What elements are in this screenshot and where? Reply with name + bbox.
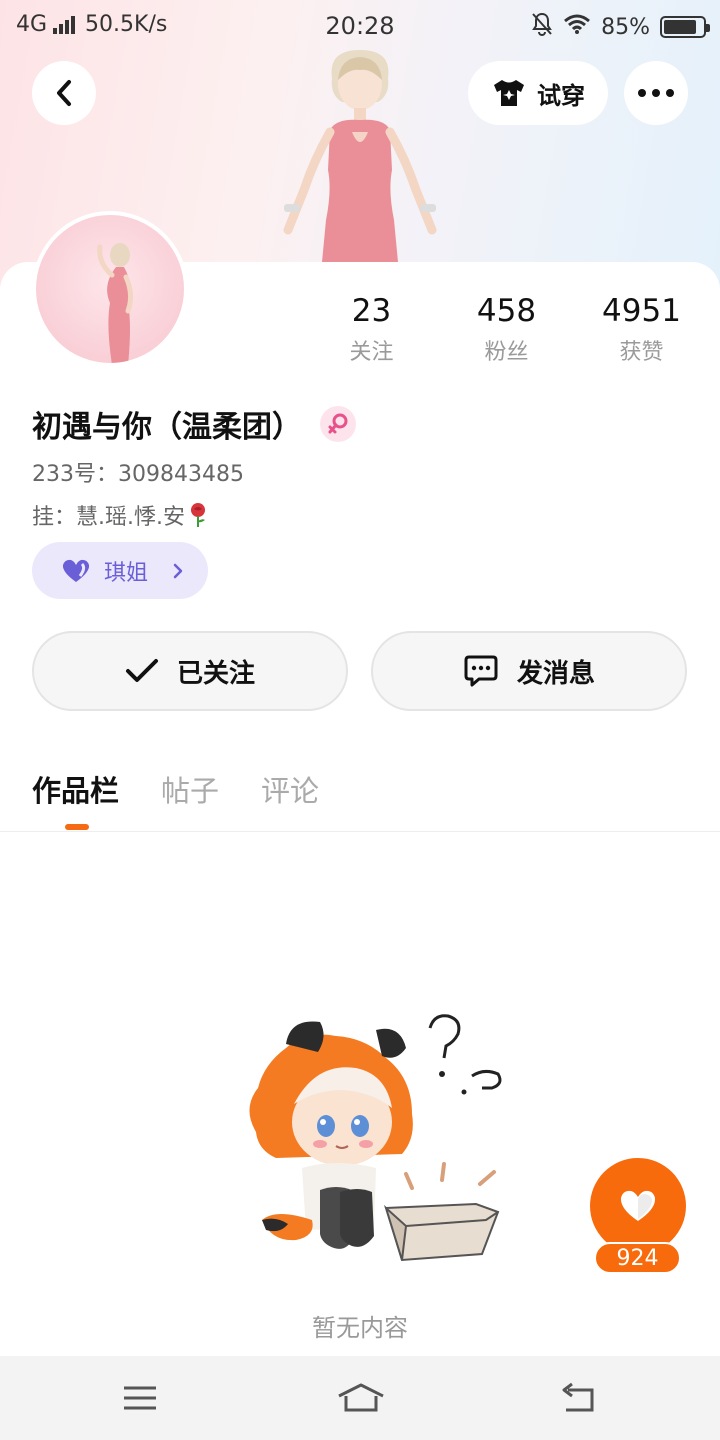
chevron-right-icon — [173, 563, 183, 578]
stats-row: 23 关注 458 粉丝 4951 获赞 — [304, 292, 710, 366]
battery-percent: 85% — [601, 14, 650, 40]
stat-label: 关注 — [349, 340, 394, 365]
back-button[interactable] — [32, 61, 96, 125]
stat-likes[interactable]: 4951 获赞 — [574, 292, 709, 366]
divider — [0, 831, 720, 832]
avatar-figure — [97, 243, 134, 363]
try-on-label: 试穿 — [537, 81, 585, 110]
avatar[interactable] — [32, 211, 188, 367]
back-icon[interactable] — [556, 1376, 600, 1420]
tab-comments[interactable]: 评论 — [261, 768, 319, 810]
stat-value: 458 — [476, 293, 537, 329]
heart-icon — [62, 559, 90, 582]
user-id: 233号：309843485 — [32, 462, 244, 487]
check-icon — [125, 659, 158, 682]
more-button[interactable] — [624, 61, 688, 125]
stat-value: 4951 — [602, 293, 681, 329]
relationship-tag[interactable]: 琪姐 — [32, 542, 208, 599]
rose-icon — [190, 503, 205, 527]
chat-bubble-icon — [464, 655, 498, 687]
like-count: 924 — [594, 1242, 681, 1274]
signature: 挂：慧.瑶.悸.安 — [32, 505, 185, 530]
heart-icon — [620, 1190, 656, 1221]
stat-following[interactable]: 23 关注 — [304, 292, 439, 366]
chevron-left-icon — [57, 80, 71, 106]
battery-icon — [660, 16, 710, 38]
tag-label: 琪姐 — [104, 560, 149, 586]
content-tabs: 作品栏 帖子 评论 — [32, 768, 319, 810]
nickname-row: 初遇与你（温柔团） — [32, 402, 356, 446]
followed-button[interactable]: 已关注 — [32, 631, 348, 711]
tab-posts[interactable]: 帖子 — [161, 768, 219, 810]
like-button[interactable] — [590, 1158, 686, 1254]
battery-fill — [664, 20, 697, 34]
send-message-button[interactable]: 发消息 — [371, 631, 687, 711]
wifi-icon — [563, 13, 591, 41]
stat-label: 获赞 — [619, 340, 664, 365]
send-message-label: 发消息 — [516, 658, 595, 689]
try-on-button[interactable]: 试穿 — [468, 61, 608, 125]
status-right: 85% — [531, 12, 710, 42]
tshirt-icon — [494, 80, 524, 106]
followed-label: 已关注 — [176, 658, 255, 689]
empty-state-illustration — [249, 1014, 502, 1262]
stat-value: 23 — [351, 293, 392, 329]
tab-works[interactable]: 作品栏 — [32, 768, 119, 810]
home-icon[interactable] — [334, 1376, 388, 1420]
empty-state-text: 暂无内容 — [312, 1314, 408, 1342]
stat-followers[interactable]: 458 粉丝 — [439, 292, 574, 366]
more-dots-icon — [638, 89, 674, 97]
avatar-character-image — [283, 50, 437, 262]
active-tab-indicator — [65, 824, 89, 830]
system-nav-bar — [0, 1356, 720, 1440]
mute-bell-icon — [531, 12, 553, 42]
stat-label: 粉丝 — [484, 340, 529, 365]
nickname: 初遇与你（温柔团） — [32, 410, 302, 445]
menu-icon[interactable] — [118, 1376, 162, 1420]
female-icon — [320, 406, 356, 442]
signature-row: 挂：慧.瑶.悸.安 — [32, 499, 209, 531]
